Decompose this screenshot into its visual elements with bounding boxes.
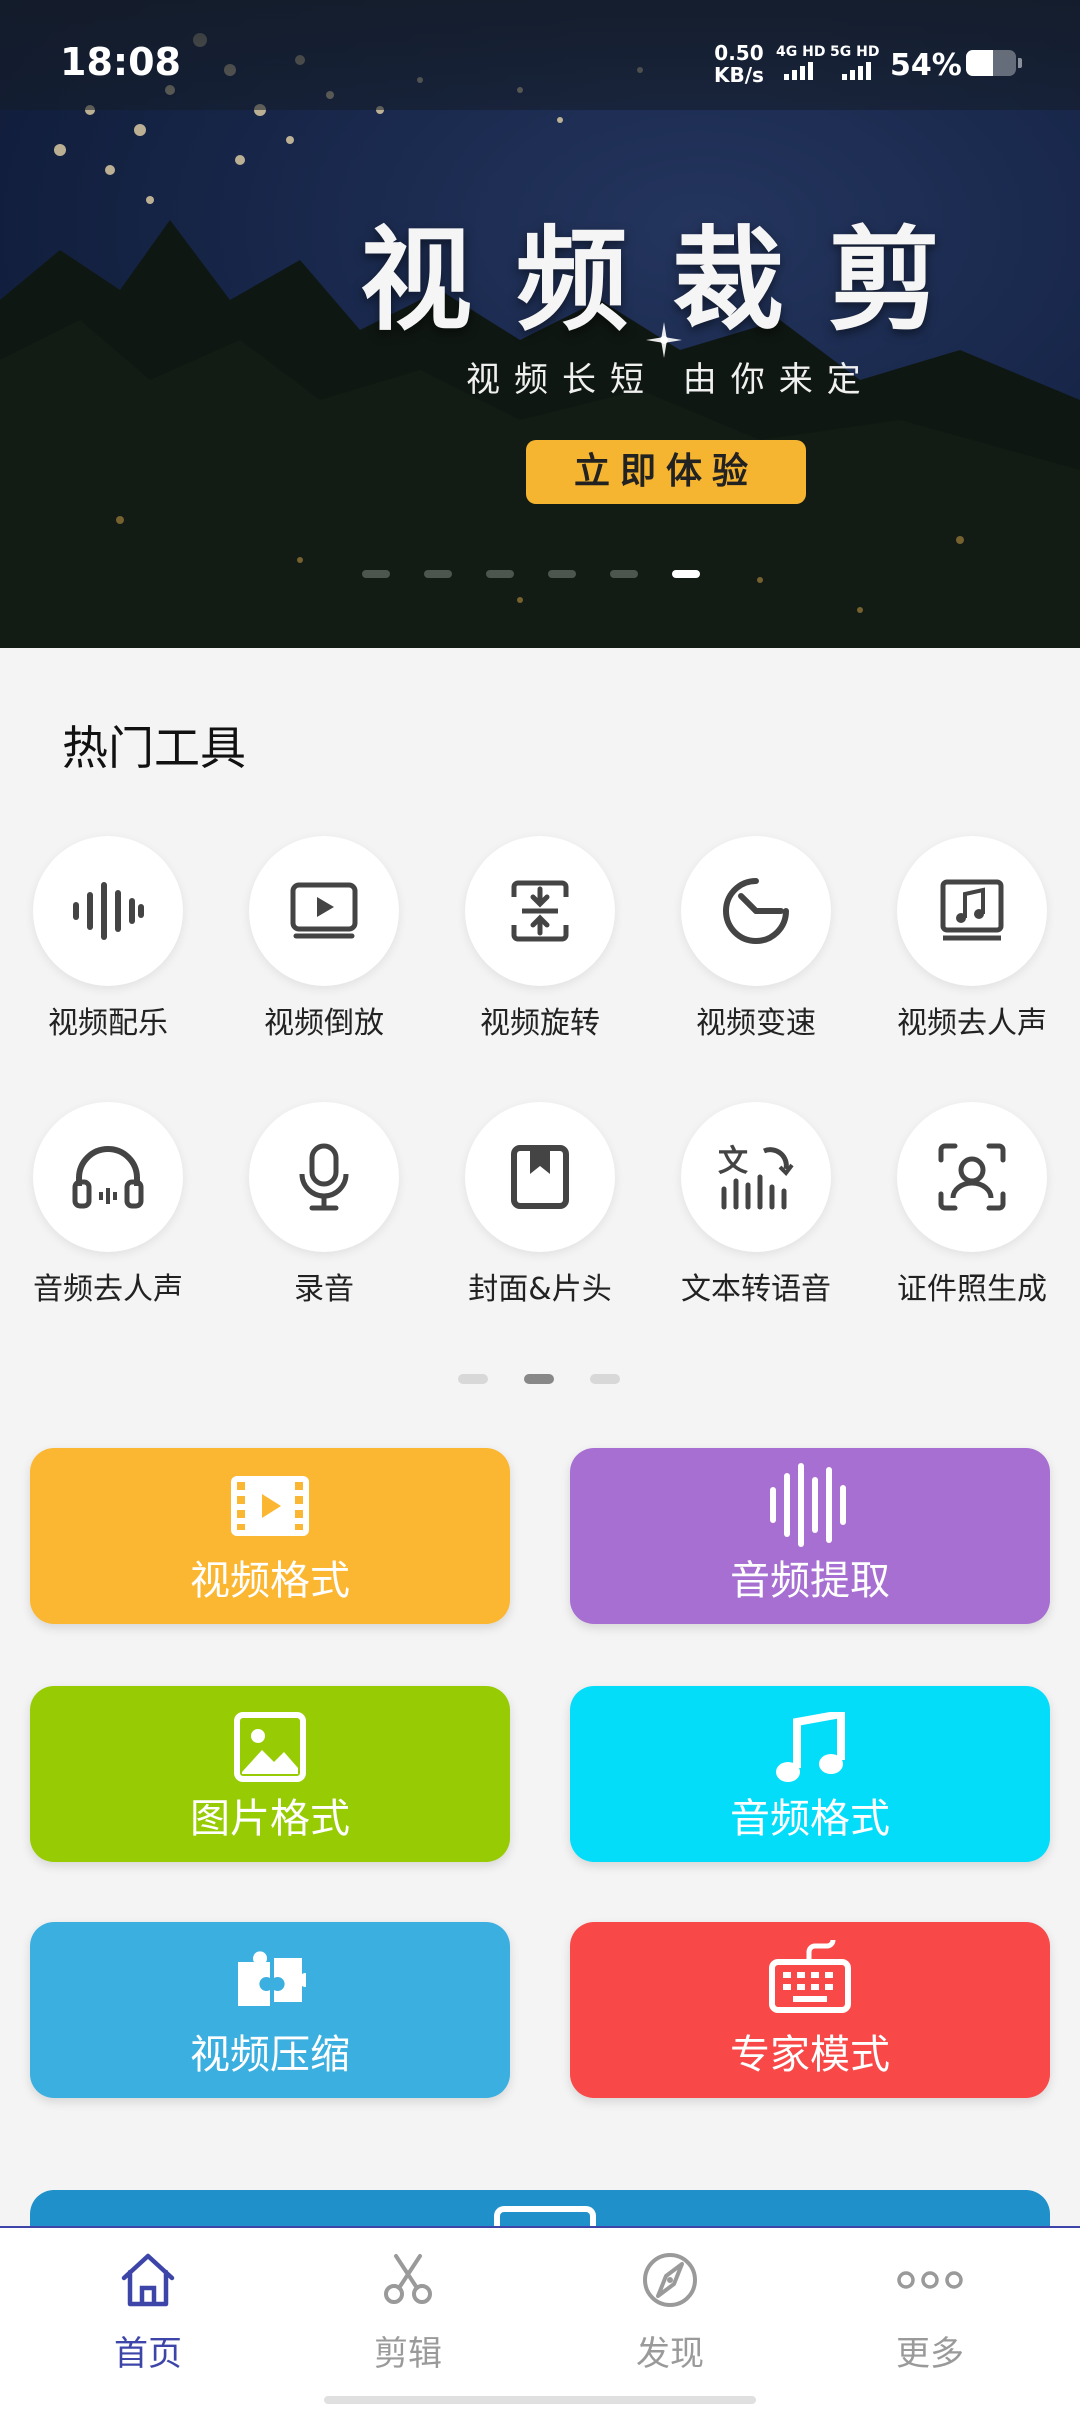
- card-label: 视频格式: [190, 1558, 350, 1604]
- tool-video-dubbing[interactable]: 视频配乐: [0, 836, 216, 1042]
- film-icon: [231, 1476, 309, 1536]
- compass-icon: [643, 2253, 697, 2307]
- speed-gauge-icon: [723, 878, 789, 944]
- music-note-icon: [776, 1712, 845, 1782]
- tool-video-reverse[interactable]: 视频倒放: [216, 836, 432, 1042]
- card-label: 视频压缩: [190, 2032, 350, 2078]
- card-video-compress[interactable]: 视频压缩: [30, 1922, 510, 2098]
- tool-audio-remove-vocals[interactable]: 音频去人声: [0, 1102, 216, 1308]
- card-audio-format[interactable]: 音频格式: [570, 1686, 1050, 1862]
- banner-dot[interactable]: [486, 570, 514, 578]
- signal-icon: [842, 62, 871, 80]
- tools-page-dot[interactable]: [590, 1374, 620, 1384]
- network-speed: 0.50 KB/s: [714, 41, 764, 87]
- more-icon: [897, 2271, 963, 2289]
- sim1-label: 4G HD: [776, 44, 826, 60]
- home-indicator: [324, 2396, 756, 2404]
- scissors-icon: [384, 2254, 432, 2304]
- music-note-icon: [940, 879, 1004, 941]
- tool-record[interactable]: 录音: [216, 1102, 432, 1308]
- card-label: 音频格式: [730, 1796, 890, 1842]
- audio-bars-icon: [770, 1463, 846, 1547]
- battery-percent: 54%: [890, 48, 962, 83]
- tools-page-dot[interactable]: [458, 1374, 488, 1384]
- tool-video-remove-vocals[interactable]: 视频去人声: [864, 836, 1080, 1042]
- banner-dot[interactable]: [424, 570, 452, 578]
- tool-id-photo[interactable]: 证件照生成: [864, 1102, 1080, 1308]
- tab-more[interactable]: 更多: [830, 2250, 1030, 2375]
- banner-pagination: [362, 570, 700, 578]
- tab-home[interactable]: 首页: [48, 2250, 248, 2375]
- banner[interactable]: 18:08 0.50 KB/s 4G HD 5G HD 54% 视频裁剪 视频长…: [0, 0, 1080, 648]
- home-icon: [121, 2253, 175, 2307]
- tab-edit[interactable]: 剪辑: [308, 2250, 508, 2375]
- text-to-speech-icon: 文: [718, 1144, 794, 1210]
- tool-text-to-speech[interactable]: 文 文本转语音: [648, 1102, 864, 1308]
- headphones-icon: [72, 1146, 144, 1209]
- bottom-navigation: 首页 剪辑 发现 更多: [0, 2226, 1080, 2410]
- video-play-icon: [290, 882, 358, 939]
- banner-subtitle: 视频长短 由你来定: [466, 360, 875, 400]
- tool-video-rotate[interactable]: 视频旋转: [432, 836, 648, 1042]
- banner-dot[interactable]: [610, 570, 638, 578]
- card-audio-extract[interactable]: 音频提取: [570, 1448, 1050, 1624]
- banner-dot[interactable]: [362, 570, 390, 578]
- tool-cover-intro[interactable]: 封面&片头: [432, 1102, 648, 1308]
- tools-pagination: [458, 1374, 620, 1384]
- signal-icon: [784, 62, 813, 80]
- tool-video-speed[interactable]: 视频变速: [648, 836, 864, 1042]
- card-label: 图片格式: [190, 1796, 350, 1842]
- portrait-scan-icon: [938, 1143, 1006, 1211]
- tools-page-dot[interactable]: [524, 1374, 554, 1384]
- status-time: 18:08: [60, 40, 181, 84]
- status-bar: 18:08 0.50 KB/s 4G HD 5G HD 54%: [0, 0, 1080, 110]
- banner-dot[interactable]: [672, 570, 700, 578]
- sim2-label: 5G HD: [830, 44, 880, 60]
- card-label: 专家模式: [730, 2032, 890, 2078]
- battery-icon: [966, 50, 1022, 76]
- bookmark-icon: [511, 1145, 569, 1209]
- rotate-compress-icon: [511, 880, 569, 942]
- try-now-button[interactable]: 立即体验: [526, 440, 806, 504]
- puzzle-icon: [238, 1951, 306, 2006]
- svg-text:文: 文: [718, 1144, 748, 1179]
- tab-discover[interactable]: 发现: [570, 2250, 770, 2375]
- sound-wave-icon: [73, 882, 144, 940]
- image-icon: [234, 1712, 306, 1782]
- microphone-icon: [299, 1143, 349, 1211]
- keyboard-icon: [769, 1939, 851, 2013]
- card-image-format[interactable]: 图片格式: [30, 1686, 510, 1862]
- banner-title: 视频裁剪: [360, 215, 984, 346]
- card-expert-mode[interactable]: 专家模式: [570, 1922, 1050, 2098]
- card-label: 音频提取: [730, 1558, 890, 1604]
- card-video-format[interactable]: 视频格式: [30, 1448, 510, 1624]
- banner-dot[interactable]: [548, 570, 576, 578]
- section-title: 热门工具: [62, 721, 246, 775]
